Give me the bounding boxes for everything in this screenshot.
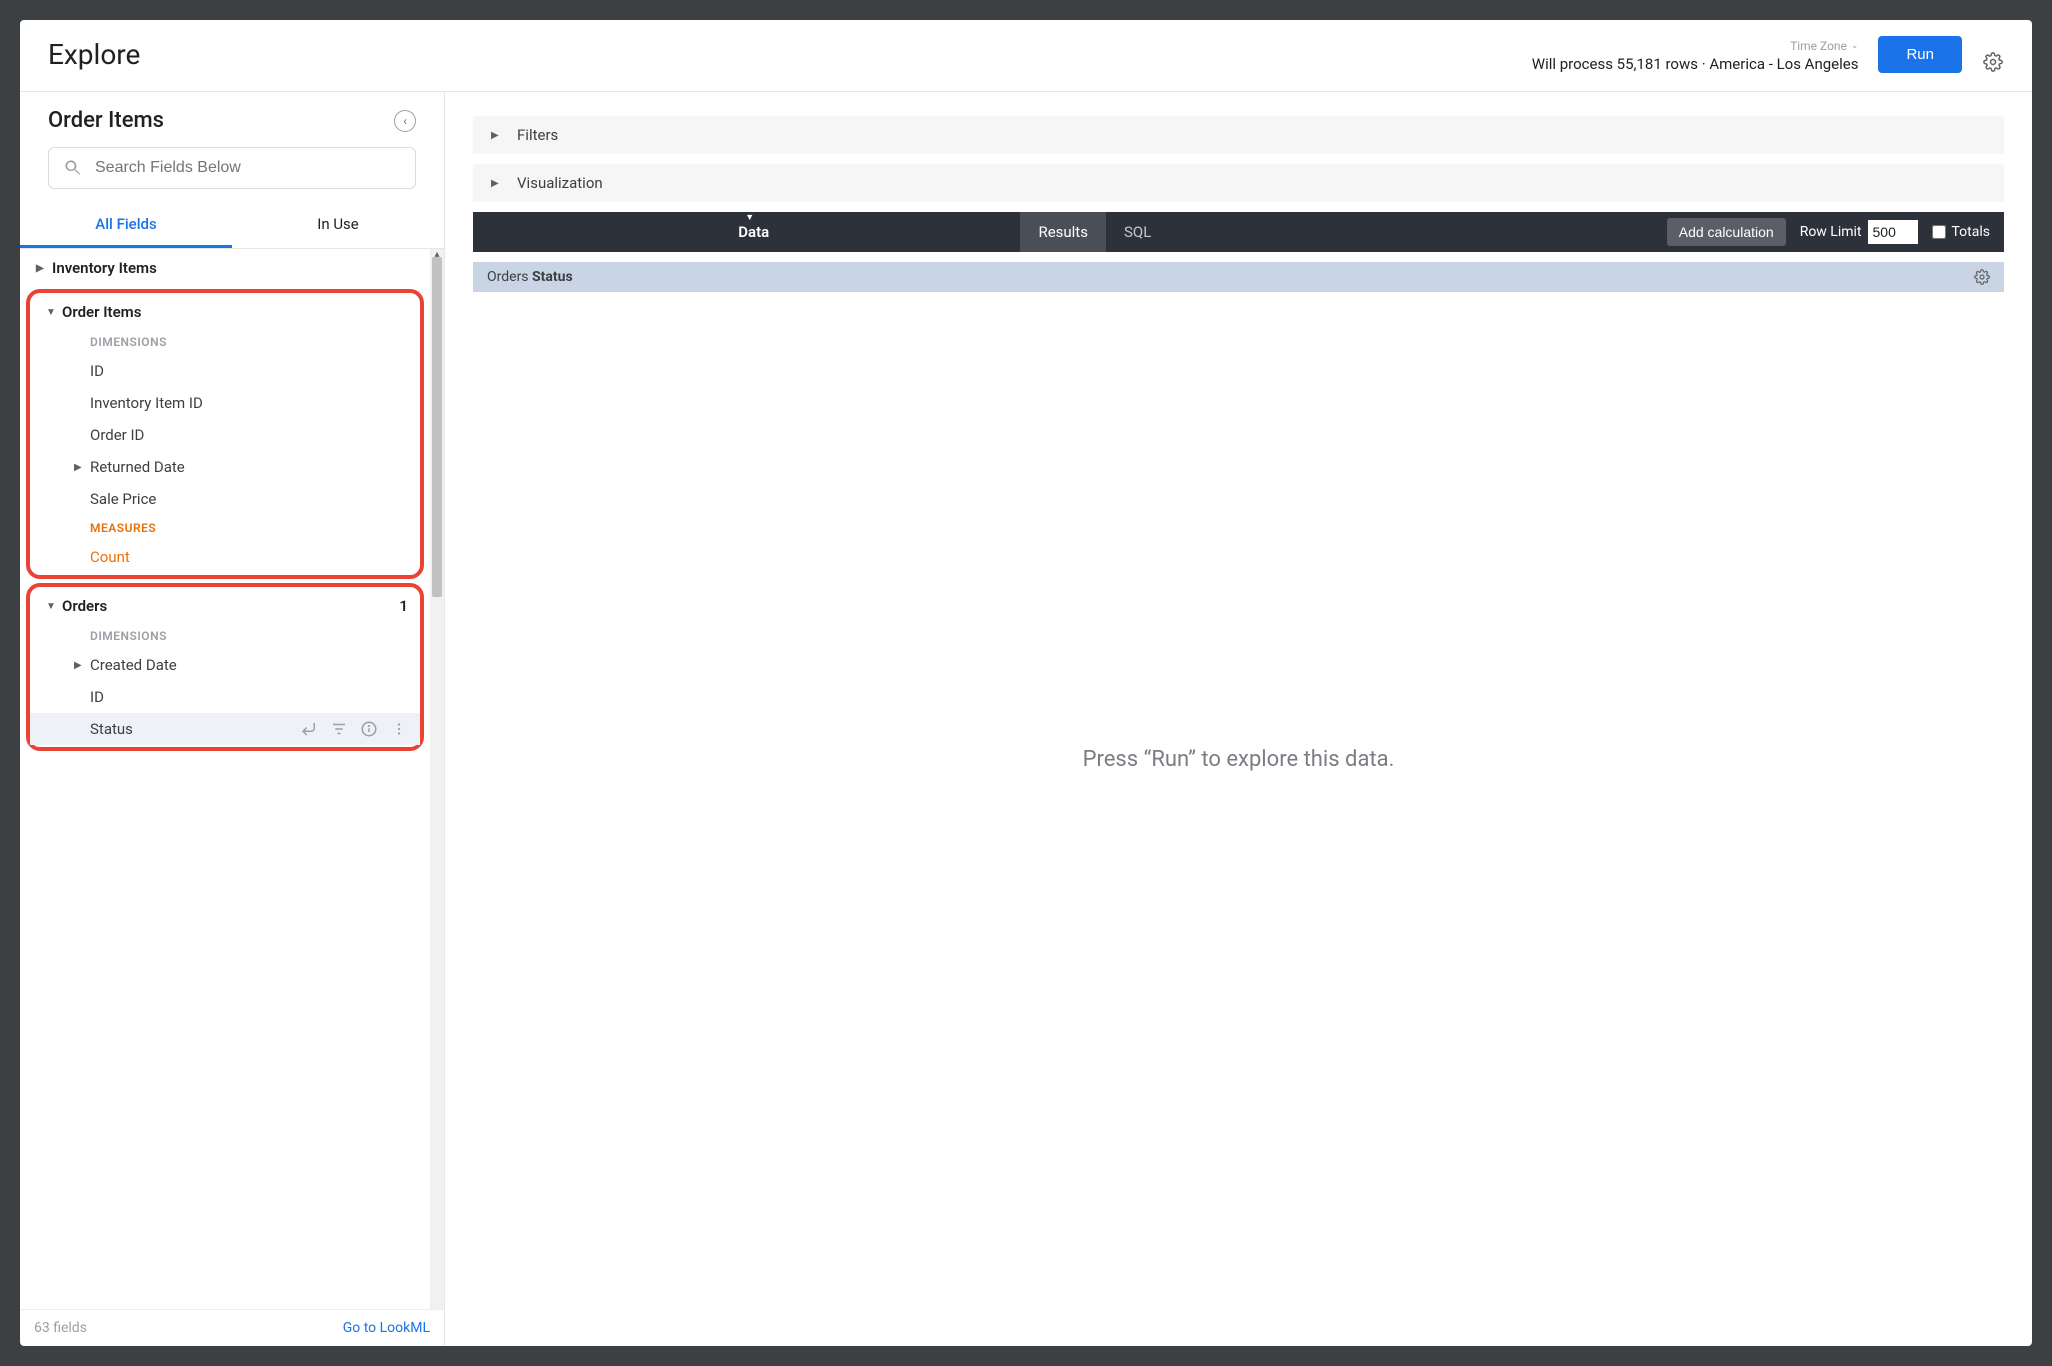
highlight-order-items: ▼ Order Items DIMENSIONS ID Inventory It…	[26, 289, 424, 579]
totals-toggle[interactable]: Totals	[1932, 224, 1991, 240]
caret-down-icon: ▼	[46, 601, 62, 612]
body-split: Order Items ‹ All Fields In Use ▶	[20, 92, 2032, 1346]
run-button[interactable]: Run	[1878, 36, 1962, 73]
caret-down-icon: ▼	[46, 307, 62, 318]
field-tabs: All Fields In Use	[20, 201, 444, 249]
info-icon[interactable]	[360, 720, 378, 738]
header-meta: Time Zone ⌄ Will process 55,181 rows · A…	[1532, 39, 1859, 73]
totals-checkbox[interactable]	[1932, 225, 1946, 239]
view-orders[interactable]: ▼ Orders 1	[30, 589, 420, 623]
highlight-orders: ▼ Orders 1 DIMENSIONS ▶Created Date ID S…	[26, 583, 424, 751]
header-right: Time Zone ⌄ Will process 55,181 rows · A…	[1532, 36, 2004, 73]
measures-label: MEASURES	[30, 515, 420, 541]
sidebar: Order Items ‹ All Fields In Use ▶	[20, 92, 445, 1346]
dimensions-label: DIMENSIONS	[30, 329, 420, 355]
pivot-icon[interactable]	[300, 720, 318, 738]
field-orders-id[interactable]: ID	[30, 681, 420, 713]
empty-state-prompt: Press “Run” to explore this data.	[445, 292, 2032, 1346]
search-input-wrap[interactable]	[48, 147, 416, 189]
add-calculation-button[interactable]: Add calculation	[1667, 218, 1786, 246]
field-returned-date[interactable]: ▶Returned Date	[30, 451, 420, 483]
tab-all-fields[interactable]: All Fields	[20, 201, 232, 248]
caret-right-icon: ▶	[36, 263, 52, 274]
app-window: Explore Time Zone ⌄ Will process 55,181 …	[20, 20, 2032, 1346]
go-to-lookml-link[interactable]: Go to LookML	[343, 1320, 430, 1336]
chevron-left-icon: ‹	[403, 114, 407, 128]
results-tab[interactable]: Results	[1020, 212, 1106, 252]
caret-right-icon: ▶	[74, 660, 90, 671]
field-inventory-item-id[interactable]: Inventory Item ID	[30, 387, 420, 419]
data-bar: Data Results SQL Add calculation Row Lim…	[473, 212, 2004, 252]
scroll-thumb[interactable]	[432, 257, 442, 597]
filter-icon[interactable]	[330, 720, 348, 738]
totals-label: Totals	[1952, 224, 1991, 240]
search-icon	[63, 158, 83, 178]
col-header-view: Orders	[487, 269, 529, 285]
search-input[interactable]	[95, 159, 401, 177]
field-count[interactable]: Count	[30, 541, 420, 573]
orders-selected-count: 1	[399, 597, 408, 615]
caret-right-icon: ▶	[74, 462, 90, 473]
sidebar-footer: 63 fields Go to LookML	[20, 1309, 444, 1346]
page-title: Explore	[48, 38, 140, 71]
gear-icon[interactable]	[1982, 51, 2004, 73]
field-sale-price[interactable]: Sale Price	[30, 483, 420, 515]
field-id[interactable]: ID	[30, 355, 420, 387]
header-bar: Explore Time Zone ⌄ Will process 55,181 …	[20, 20, 2032, 92]
col-header-field: Status	[532, 269, 573, 285]
field-tree-wrap: ▶ Inventory Items ▼ Order Items DIMENSIO…	[20, 249, 444, 1309]
view-order-items[interactable]: ▼ Order Items	[30, 295, 420, 329]
scrollbar[interactable]: ▴	[430, 249, 444, 1309]
data-tab[interactable]: Data	[487, 212, 1020, 252]
field-count: 63 fields	[34, 1320, 87, 1336]
row-limit-label: Row Limit	[1800, 224, 1862, 240]
collapse-sidebar-button[interactable]: ‹	[394, 110, 416, 132]
kebab-icon[interactable]	[390, 720, 408, 738]
data-column-header[interactable]: Orders Status	[473, 262, 2004, 292]
filters-panel-header[interactable]: ▶ Filters	[473, 116, 2004, 154]
field-tree: ▶ Inventory Items ▼ Order Items DIMENSIO…	[20, 249, 430, 1309]
main-panel: ▶ Filters ▶ Visualization Data Results S…	[445, 92, 2032, 1346]
column-gear-icon[interactable]	[1974, 269, 1990, 285]
sql-tab[interactable]: SQL	[1106, 212, 1169, 252]
field-created-date[interactable]: ▶Created Date	[30, 649, 420, 681]
view-inventory-items[interactable]: ▶ Inventory Items	[20, 251, 430, 285]
dimensions-label: DIMENSIONS	[30, 623, 420, 649]
caret-right-icon: ▶	[491, 178, 507, 189]
field-status[interactable]: Status	[30, 713, 420, 745]
visualization-panel-header[interactable]: ▶ Visualization	[473, 164, 2004, 202]
row-count-meta: Will process 55,181 rows · America - Los…	[1532, 55, 1859, 73]
caret-right-icon: ▶	[491, 130, 507, 141]
sidebar-title: Order Items	[48, 108, 164, 133]
field-order-id[interactable]: Order ID	[30, 419, 420, 451]
chevron-down-icon: ⌄	[1851, 41, 1859, 51]
timezone-picker[interactable]: Time Zone ⌄	[1790, 39, 1858, 53]
tab-in-use[interactable]: In Use	[232, 201, 444, 248]
row-limit-input[interactable]	[1868, 220, 1918, 244]
row-limit: Row Limit	[1800, 220, 1918, 244]
